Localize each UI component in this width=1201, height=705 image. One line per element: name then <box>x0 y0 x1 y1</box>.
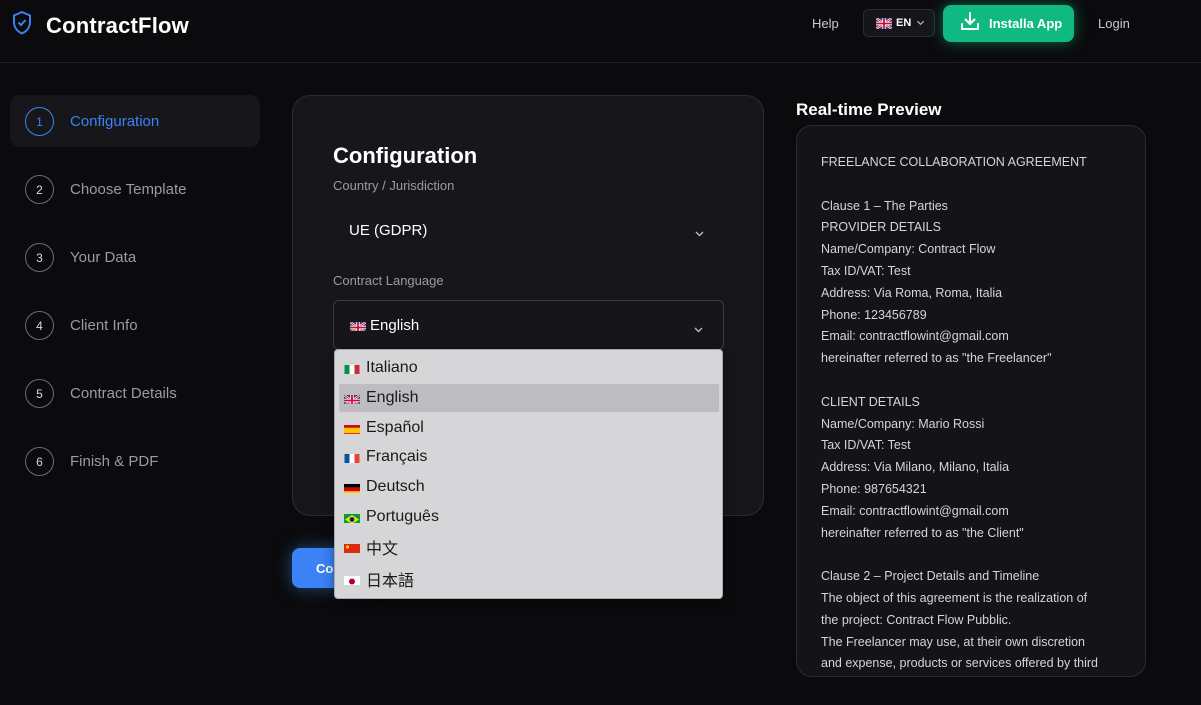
preview-line: Name/Company: Contract Flow <box>821 242 996 257</box>
option-label: Italiano <box>366 359 418 376</box>
preview-line: Phone: 123456789 <box>821 307 927 322</box>
step-finish-pdf[interactable]: 6 Finish & PDF <box>25 447 158 476</box>
app-title: ContractFlow <box>46 12 189 38</box>
france-flag-icon <box>344 452 360 463</box>
preview-title: Real-time Preview <box>796 100 942 119</box>
preview-line: Address: Via Milano, Milano, Italia <box>821 460 1010 475</box>
uk-flag-icon <box>876 17 892 29</box>
download-icon <box>959 11 989 36</box>
preview-line: Clause 1 – The Parties <box>821 198 948 213</box>
preview-line: hereinafter referred to as "the Freelanc… <box>821 351 1052 366</box>
country-select[interactable]: UE (GDPR) <box>333 205 724 255</box>
option-label: Português <box>366 508 439 525</box>
language-option-portugues[interactable]: Português <box>339 503 719 531</box>
language-option-italiano[interactable]: Italiano <box>339 354 719 382</box>
option-label: English <box>366 389 419 406</box>
option-label: Français <box>366 448 428 465</box>
step-number: 1 <box>25 107 54 136</box>
top-bar: ContractFlow Help EN Installa App Login <box>0 0 1201 63</box>
preview-line: Email: contractflowint@gmail.com <box>821 329 1009 344</box>
preview-line: hereinafter referred to as "the Client" <box>821 525 1024 540</box>
japan-flag-icon <box>344 574 360 585</box>
step-your-data[interactable]: 3 Your Data <box>25 243 136 272</box>
language-label: Contract Language <box>333 273 444 288</box>
language-option-english[interactable]: English <box>339 384 719 412</box>
preview-line: The object of this agreement is the real… <box>821 590 1088 605</box>
preview-line: Phone: 987654321 <box>821 481 927 496</box>
preview-line: FREELANCE COLLABORATION AGREEMENT <box>821 155 1087 169</box>
language-option-francais[interactable]: Français <box>339 443 719 471</box>
preview-blank-line <box>821 370 1131 392</box>
step-label: Choose Template <box>70 181 187 198</box>
preview-line: Clause 2 – Project Details and Timeline <box>821 569 1040 584</box>
step-contract-details[interactable]: 5 Contract Details <box>25 379 177 408</box>
install-app-button[interactable]: Installa App <box>943 5 1074 42</box>
option-label: 中文 <box>366 541 399 558</box>
step-choose-template[interactable]: 2 Choose Template <box>25 175 186 204</box>
login-link[interactable]: Login <box>1098 16 1130 31</box>
language-option-deutsch[interactable]: Deutsch <box>339 473 719 501</box>
language-select[interactable]: English <box>333 300 724 350</box>
language-switcher[interactable]: EN <box>863 9 935 37</box>
germany-flag-icon <box>344 482 360 493</box>
preview-line: CLIENT DETAILS <box>821 394 920 409</box>
step-label: Your Data <box>70 249 137 266</box>
preview-blank-line <box>821 174 1131 196</box>
option-label: Deutsch <box>366 478 425 495</box>
option-label: 日本語 <box>366 573 415 590</box>
preview-line: The Freelancer may use, at their own dis… <box>821 634 1086 649</box>
app-logo[interactable]: ContractFlow <box>12 10 189 40</box>
chevron-down-icon <box>693 322 704 333</box>
language-option-chinese[interactable]: 中文 <box>339 533 719 561</box>
step-configuration[interactable]: 1 Configuration <box>25 107 159 136</box>
language-option-japanese[interactable]: 日本語 <box>339 565 719 593</box>
configuration-title: Configuration <box>333 143 478 168</box>
language-option-espanol[interactable]: Español <box>339 414 719 442</box>
preview-blank-line <box>821 544 1131 566</box>
step-label: Finish & PDF <box>70 453 159 470</box>
step-label: Contract Details <box>70 385 177 402</box>
country-select-value: UE (GDPR) <box>349 221 428 239</box>
language-select-value: English <box>370 316 420 334</box>
step-number: 3 <box>25 243 54 272</box>
uk-flag-icon <box>350 320 366 331</box>
step-label: Configuration <box>70 113 160 130</box>
preview-line: Address: Via Roma, Roma, Italia <box>821 285 1003 300</box>
step-number: 5 <box>25 379 54 408</box>
shield-icon <box>12 10 32 40</box>
step-number: 4 <box>25 311 54 340</box>
option-label: Español <box>366 419 424 436</box>
install-app-label: Installa App <box>989 16 1063 31</box>
chevron-down-icon <box>694 226 705 237</box>
country-label: Country / Jurisdiction <box>333 178 455 193</box>
preview-line: Tax ID/VAT: Test <box>821 263 911 278</box>
language-dropdown: Italiano English Español Français Deutsc… <box>334 349 723 599</box>
spain-flag-icon <box>344 423 360 434</box>
preview-line: and expense, products or services offere… <box>821 656 1099 671</box>
preview-line: Email: contractflowint@gmail.com <box>821 503 1009 518</box>
china-flag-icon <box>344 542 360 553</box>
brazil-flag-icon <box>344 512 360 523</box>
preview-line: the project: Contract Flow Pubblic. <box>821 612 1012 627</box>
italy-flag-icon <box>344 363 360 374</box>
help-link[interactable]: Help <box>812 16 839 31</box>
preview-text: FREELANCE COLLABORATION AGREEMENT Clause… <box>821 152 1131 675</box>
preview-line: Tax ID/VAT: Test <box>821 438 911 453</box>
step-number: 6 <box>25 447 54 476</box>
preview-panel[interactable]: FREELANCE COLLABORATION AGREEMENT Clause… <box>796 125 1146 677</box>
step-number: 2 <box>25 175 54 204</box>
chevron-down-icon <box>916 18 925 27</box>
step-client-info[interactable]: 4 Client Info <box>25 311 138 340</box>
preview-line: Name/Company: Mario Rossi <box>821 416 985 431</box>
uk-flag-icon <box>344 393 360 404</box>
preview-line: PROVIDER DETAILS <box>821 220 941 235</box>
step-label: Client Info <box>70 317 138 334</box>
language-code: EN <box>896 17 912 29</box>
